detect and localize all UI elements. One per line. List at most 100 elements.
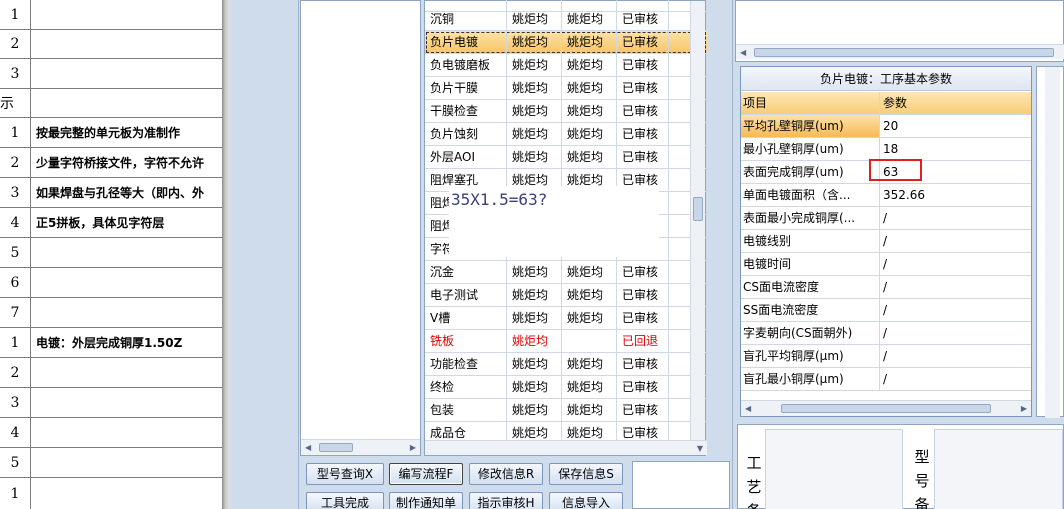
process-remark-field[interactable] xyxy=(765,429,903,509)
reviewer: 姚炬均 xyxy=(562,123,617,145)
process-row[interactable]: 沉铜 姚炬均 姚炬均 已审核 xyxy=(425,8,707,31)
status: 已审核 xyxy=(617,353,669,375)
left-list-panel[interactable]: ◀ ▶ xyxy=(300,0,421,456)
edit-flow-button[interactable]: 编写流程F xyxy=(389,463,463,485)
scroll-right-icon[interactable]: ▶ xyxy=(410,443,416,452)
vertical-scrollbar[interactable] xyxy=(690,1,705,441)
scroll-thumb[interactable] xyxy=(693,197,703,221)
process-row[interactable]: 负片干膜 姚炬均 姚炬均 已审核 xyxy=(425,77,707,100)
horizontal-scrollbar[interactable]: ◀ xyxy=(736,44,1064,59)
modify-info-button[interactable]: 修改信息R xyxy=(469,463,543,485)
process-row[interactable]: 终检 姚炬均 姚炬均 已审核 xyxy=(425,376,707,399)
param-name: 字麦朝向(CS面朝外) xyxy=(741,322,880,344)
sheet-row[interactable]: 1 xyxy=(0,0,222,30)
horizontal-scrollbar[interactable]: ◀ ▶ xyxy=(301,439,420,455)
parameter-row[interactable]: CS面电流密度 / xyxy=(741,276,1031,299)
scroll-left-icon[interactable]: ◀ xyxy=(740,48,746,57)
sheet-row[interactable]: 2 xyxy=(0,358,222,388)
production-notice-button[interactable]: 制作通知单 xyxy=(389,492,463,509)
parameter-row[interactable]: 最小孔壁铜厚(um) 18 xyxy=(741,138,1031,161)
sheet-row[interactable]: 4 xyxy=(0,418,222,448)
remarks-panel: 工 艺 备 型 号 备 xyxy=(737,424,1064,509)
sheet-row[interactable]: 1 xyxy=(0,478,222,509)
param-value[interactable]: / xyxy=(880,253,1031,275)
info-import-button[interactable]: 信息导入 xyxy=(549,492,623,509)
parameter-row[interactable]: 电镀线别 / xyxy=(741,230,1031,253)
process-row[interactable]: V槽 姚炬均 姚炬均 已审核 xyxy=(425,307,707,330)
scroll-thumb[interactable] xyxy=(781,404,991,413)
model-remark-label: 型 号 备 xyxy=(914,445,930,509)
reviewer: 姚炬均 xyxy=(562,100,617,122)
process-row[interactable]: 外层AOI 姚炬均 姚炬均 已审核 xyxy=(425,146,707,169)
parameter-row[interactable]: 单面电镀面积（含... 352.66 xyxy=(741,184,1031,207)
sheet-row[interactable]: 2 xyxy=(0,30,222,59)
process-row[interactable]: 负电镀磨板 姚炬均 姚炬均 已审核 xyxy=(425,54,707,77)
param-value[interactable]: 352.66 xyxy=(880,184,1031,206)
parameter-row[interactable]: SS面电流密度 / xyxy=(741,299,1031,322)
scroll-right-icon[interactable]: ▶ xyxy=(1021,404,1027,413)
scroll-left-icon[interactable]: ◀ xyxy=(305,443,311,452)
process-row[interactable]: 包装 姚炬均 姚炬均 已审核 xyxy=(425,399,707,422)
param-value[interactable]: / xyxy=(880,322,1031,344)
scroll-thumb[interactable] xyxy=(754,48,1054,57)
param-value[interactable]: / xyxy=(880,345,1031,367)
param-value[interactable]: / xyxy=(880,368,1031,390)
process-row[interactable]: 沉金 姚炬均 姚炬均 已审核 xyxy=(425,261,707,284)
process-row[interactable]: 电子测试 姚炬均 姚炬均 已审核 xyxy=(425,284,707,307)
row-number: 3 xyxy=(0,59,31,88)
scroll-thumb[interactable] xyxy=(319,443,353,452)
tool-complete-button[interactable]: 工具完成 xyxy=(306,492,384,509)
memo-box[interactable] xyxy=(632,461,730,509)
instruction-review-button[interactable]: 指示审核H xyxy=(469,492,543,509)
process-row[interactable]: 负片蚀刻 姚炬均 姚炬均 已审核 xyxy=(425,123,707,146)
step-name: 功能检查 xyxy=(425,353,507,375)
maker: 姚炬均 xyxy=(507,353,562,375)
sheet-row[interactable]: 5 xyxy=(0,238,222,268)
sheet-row[interactable]: 5 xyxy=(0,448,222,478)
process-row-selected[interactable]: 负片电镀 姚炬均 姚炬均 已审核 xyxy=(425,31,707,54)
scroll-left-icon[interactable]: ◀ xyxy=(745,404,751,413)
scroll-down-icon[interactable]: ▼ xyxy=(697,444,703,453)
sheet-row[interactable]: 1 电镀：外层完成铜厚1.50Z xyxy=(0,328,222,358)
param-value[interactable]: 20 xyxy=(880,115,1031,137)
sheet-row[interactable]: 3 xyxy=(0,388,222,418)
parameter-row[interactable]: 盲孔最小铜厚(μm) / xyxy=(741,368,1031,391)
step-name: 终检 xyxy=(425,376,507,398)
value-column-header: 参数 xyxy=(883,96,908,110)
row-text: 正5拼板，具体见字符层 xyxy=(36,216,165,230)
sheet-row[interactable]: 示 xyxy=(0,89,222,118)
row-number: 4 xyxy=(0,208,31,237)
parameter-row[interactable]: 字麦朝向(CS面朝外) / xyxy=(741,322,1031,345)
sheet-row[interactable]: 4 正5拼板，具体见字符层 xyxy=(0,208,222,238)
sheet-row[interactable]: 1 按最完整的单元板为准制作 xyxy=(0,118,222,148)
process-row-rejected[interactable]: 铣板 姚炬均 已回退 xyxy=(425,330,707,353)
horizontal-scrollbar[interactable]: ◀ ▶ xyxy=(741,400,1031,416)
sheet-row[interactable]: 3 xyxy=(0,59,222,89)
sheet-row[interactable]: 3 如果焊盘与孔径等大（即内、外 xyxy=(0,178,222,208)
param-value[interactable]: / xyxy=(880,276,1031,298)
vertical-scrollbar[interactable] xyxy=(1045,67,1060,418)
param-name: 平均孔壁铜厚(um) xyxy=(741,115,880,137)
sheet-row[interactable]: 2 少量字符桥接文件，字符不允许 xyxy=(0,148,222,178)
save-info-button[interactable]: 保存信息S xyxy=(549,463,623,485)
splitter[interactable] xyxy=(298,0,299,509)
parameter-row[interactable]: 盲孔平均铜厚(μm) / xyxy=(741,345,1031,368)
splitter[interactable] xyxy=(732,0,733,509)
model-remark-field[interactable] xyxy=(934,429,1063,509)
parameter-row-selected[interactable]: 平均孔壁铜厚(um) 20 xyxy=(741,115,1031,138)
param-value[interactable]: / xyxy=(880,207,1031,229)
param-value[interactable]: 18 xyxy=(880,138,1031,160)
parameter-row[interactable]: 电镀时间 / xyxy=(741,253,1031,276)
note-text: 35X1.5=63? xyxy=(451,190,548,209)
param-value[interactable]: / xyxy=(880,230,1031,252)
process-row[interactable]: 功能检查 姚炬均 姚炬均 已审核 xyxy=(425,353,707,376)
parameter-row[interactable]: 表面最小完成铜厚(... / xyxy=(741,207,1031,230)
param-value[interactable]: / xyxy=(880,299,1031,321)
sheet-row[interactable]: 6 xyxy=(0,268,222,298)
maker: 姚炬均 xyxy=(507,399,562,421)
model-query-button[interactable]: 型号查询X xyxy=(306,463,384,485)
maker: 姚炬均 xyxy=(507,284,562,306)
process-row[interactable]: 干膜检查 姚炬均 姚炬均 已审核 xyxy=(425,100,707,123)
sheet-row[interactable]: 7 xyxy=(0,298,222,328)
horizontal-scrollbar[interactable]: ▼ xyxy=(425,440,707,455)
